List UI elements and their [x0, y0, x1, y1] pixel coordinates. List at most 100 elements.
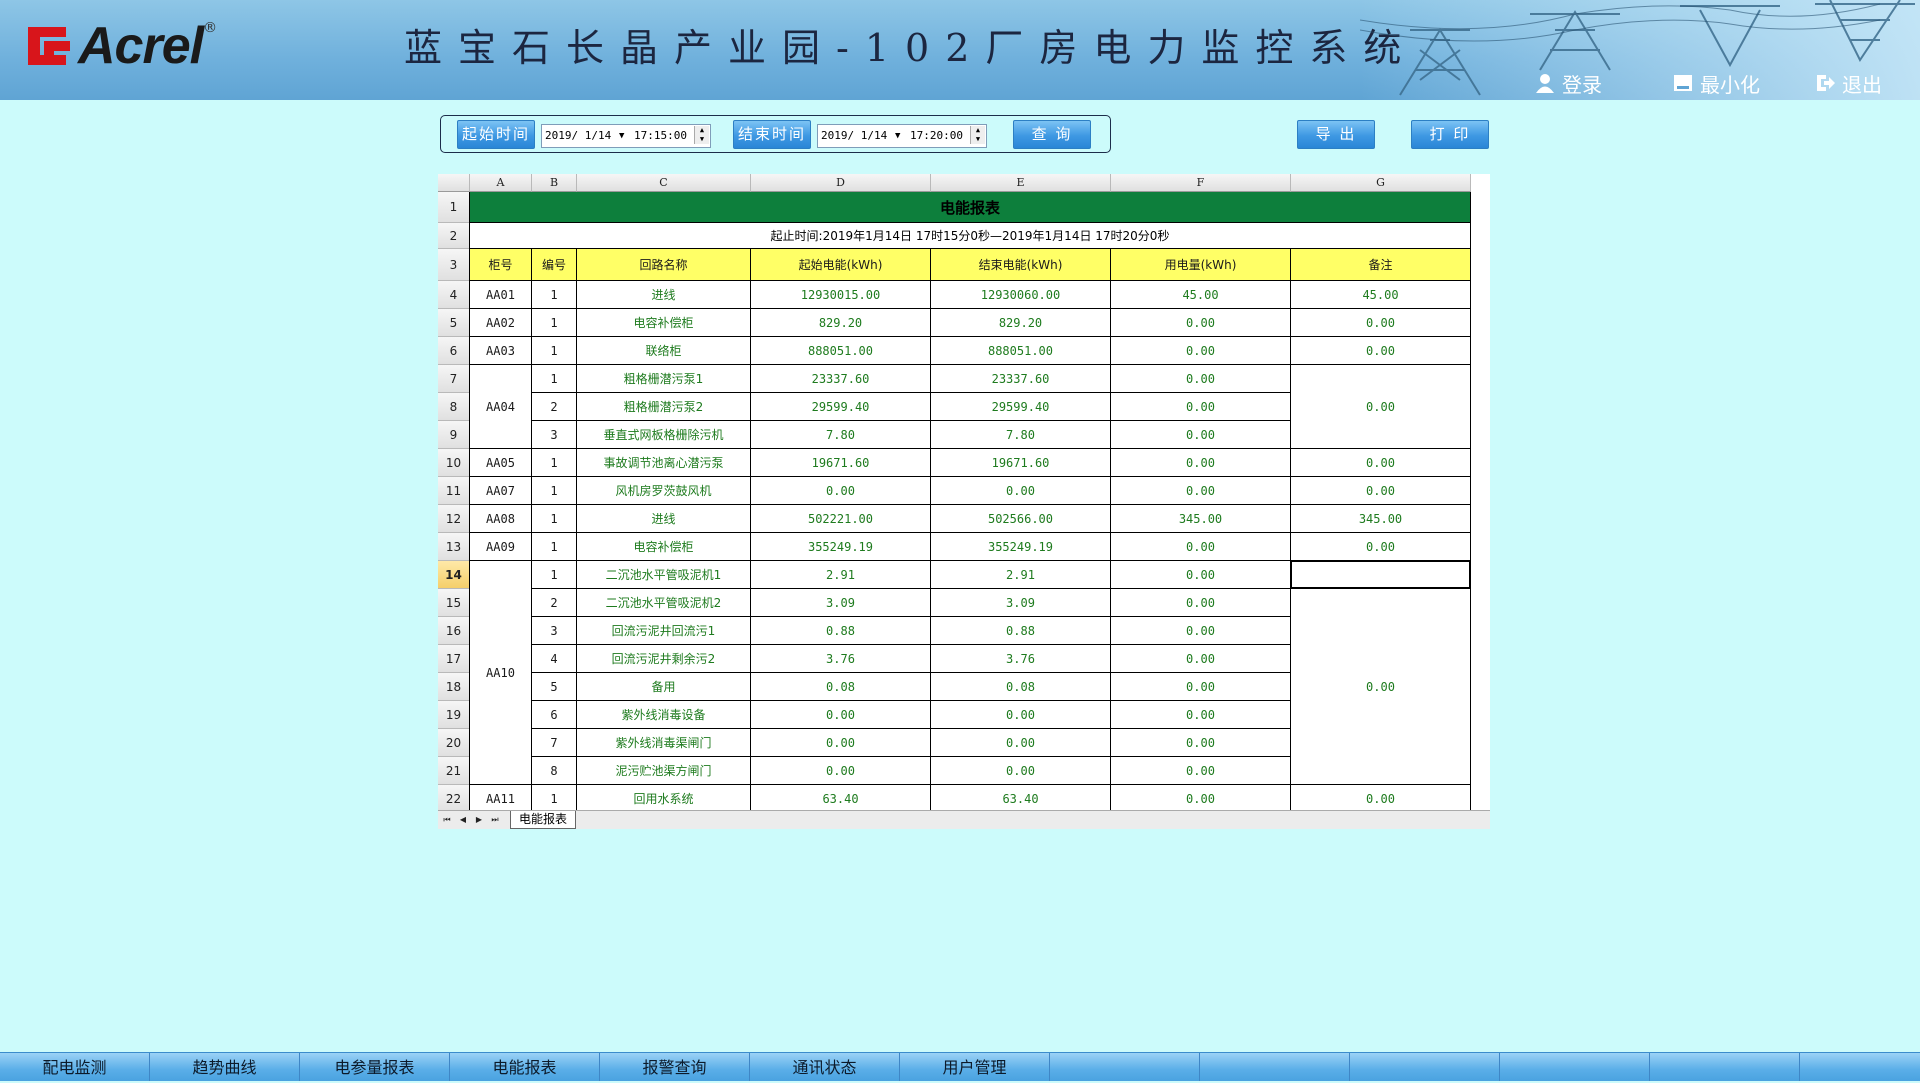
start-energy-cell[interactable]: 63.40 [751, 785, 931, 813]
cabinet-cell[interactable]: AA10 [470, 561, 532, 785]
circuit-name-cell[interactable]: 进线 [577, 281, 751, 309]
cabinet-cell[interactable]: AA02 [470, 309, 532, 337]
nav-item-3[interactable]: 电参量报表 [300, 1053, 450, 1081]
cabinet-cell[interactable]: AA03 [470, 337, 532, 365]
circuit-name-cell[interactable]: 粗格栅潜污泵1 [577, 365, 751, 393]
row-header-6[interactable]: 6 [438, 337, 470, 365]
circuit-name-cell[interactable]: 电容补偿柜 [577, 309, 751, 337]
circuit-name-cell[interactable]: 垂直式网板格栅除污机 [577, 421, 751, 449]
nav-item-1[interactable]: 配电监测 [0, 1053, 150, 1081]
usage-cell[interactable]: 0.00 [1111, 701, 1291, 729]
remark-cell[interactable]: 0.00 [1291, 785, 1471, 813]
end-energy-cell[interactable]: 0.00 [931, 757, 1111, 785]
nav-item-5[interactable]: 报警查询 [600, 1053, 750, 1081]
end-energy-cell[interactable]: 12930060.00 [931, 281, 1111, 309]
row-header-11[interactable]: 11 [438, 477, 470, 505]
print-button[interactable]: 打 印 [1411, 120, 1489, 149]
remark-cell[interactable]: 0.00 [1291, 309, 1471, 337]
usage-cell[interactable]: 0.00 [1111, 337, 1291, 365]
circuit-name-cell[interactable]: 回用水系统 [577, 785, 751, 813]
end-energy-cell[interactable]: 2.91 [931, 561, 1111, 589]
usage-cell[interactable]: 0.00 [1111, 477, 1291, 505]
end-energy-cell[interactable]: 888051.00 [931, 337, 1111, 365]
usage-cell[interactable]: 0.00 [1111, 785, 1291, 813]
end-energy-cell[interactable]: 0.00 [931, 701, 1111, 729]
start-energy-cell[interactable]: 12930015.00 [751, 281, 931, 309]
circuit-name-cell[interactable]: 联络柜 [577, 337, 751, 365]
remark-cell[interactable]: 0.00 [1291, 449, 1471, 477]
start-energy-cell[interactable]: 3.76 [751, 645, 931, 673]
row-header-10[interactable]: 10 [438, 449, 470, 477]
column-header-D[interactable]: D [751, 174, 931, 192]
start-time-value[interactable]: 17:15:00 [634, 125, 687, 147]
start-energy-cell[interactable]: 888051.00 [751, 337, 931, 365]
circuit-name-cell[interactable]: 电容补偿柜 [577, 533, 751, 561]
end-energy-cell[interactable]: 3.09 [931, 589, 1111, 617]
column-header-F[interactable]: F [1111, 174, 1291, 192]
circuit-name-cell[interactable]: 粗格栅潜污泵2 [577, 393, 751, 421]
number-cell[interactable]: 1 [532, 365, 577, 393]
nav-item-6[interactable]: 通讯状态 [750, 1053, 900, 1081]
cabinet-cell[interactable]: AA04 [470, 365, 532, 449]
column-header-G[interactable]: G [1291, 174, 1471, 192]
row-header-22[interactable]: 22 [438, 785, 470, 813]
circuit-name-cell[interactable]: 进线 [577, 505, 751, 533]
number-cell[interactable]: 8 [532, 757, 577, 785]
start-energy-cell[interactable]: 502221.00 [751, 505, 931, 533]
nav-item-7[interactable]: 用户管理 [900, 1053, 1050, 1081]
number-cell[interactable]: 1 [532, 477, 577, 505]
nav-item-2[interactable]: 趋势曲线 [150, 1053, 300, 1081]
next-sheet-icon[interactable]: ▶ [472, 812, 486, 827]
start-energy-cell[interactable]: 23337.60 [751, 365, 931, 393]
number-cell[interactable]: 2 [532, 589, 577, 617]
row-header-2[interactable]: 2 [438, 223, 470, 249]
row-header-21[interactable]: 21 [438, 757, 470, 785]
number-cell[interactable]: 2 [532, 393, 577, 421]
end-energy-cell[interactable]: 0.00 [931, 477, 1111, 505]
row-header-13[interactable]: 13 [438, 533, 470, 561]
end-energy-cell[interactable]: 355249.19 [931, 533, 1111, 561]
end-energy-cell[interactable]: 23337.60 [931, 365, 1111, 393]
number-cell[interactable]: 7 [532, 729, 577, 757]
cabinet-cell[interactable]: AA07 [470, 477, 532, 505]
circuit-name-cell[interactable]: 紫外线消毒设备 [577, 701, 751, 729]
remark-cell[interactable]: 0.00 [1291, 533, 1471, 561]
end-energy-cell[interactable]: 29599.40 [931, 393, 1111, 421]
circuit-name-cell[interactable]: 风机房罗茨鼓风机 [577, 477, 751, 505]
start-date-dropdown-icon[interactable]: ▼ [619, 125, 624, 147]
usage-cell[interactable]: 0.00 [1111, 645, 1291, 673]
row-header-18[interactable]: 18 [438, 673, 470, 701]
start-energy-cell[interactable]: 829.20 [751, 309, 931, 337]
usage-cell[interactable]: 0.00 [1111, 309, 1291, 337]
number-cell[interactable]: 1 [532, 505, 577, 533]
remark-cell[interactable]: 0.00 [1291, 365, 1471, 449]
end-energy-cell[interactable]: 0.08 [931, 673, 1111, 701]
usage-cell[interactable]: 0.00 [1111, 533, 1291, 561]
start-energy-cell[interactable]: 19671.60 [751, 449, 931, 477]
sheet-tab-energy-report[interactable]: 电能报表 [510, 811, 577, 829]
start-energy-cell[interactable]: 2.91 [751, 561, 931, 589]
remark-cell[interactable]: 0.00 [1291, 477, 1471, 505]
number-cell[interactable]: 1 [532, 281, 577, 309]
start-energy-cell[interactable]: 7.80 [751, 421, 931, 449]
start-energy-cell[interactable]: 0.00 [751, 477, 931, 505]
end-energy-cell[interactable]: 63.40 [931, 785, 1111, 813]
minimize-button[interactable]: 最小化 [1672, 70, 1760, 97]
cabinet-cell[interactable]: AA05 [470, 449, 532, 477]
usage-cell[interactable]: 345.00 [1111, 505, 1291, 533]
query-button[interactable]: 查 询 [1013, 120, 1091, 149]
row-header-4[interactable]: 4 [438, 281, 470, 309]
column-header-B[interactable]: B [532, 174, 577, 192]
number-cell[interactable]: 3 [532, 421, 577, 449]
column-header-C[interactable]: C [577, 174, 751, 192]
number-cell[interactable]: 6 [532, 701, 577, 729]
column-header-A[interactable]: A [470, 174, 532, 192]
first-sheet-icon[interactable]: ⏮ [440, 812, 454, 827]
cabinet-cell[interactable]: AA01 [470, 281, 532, 309]
usage-cell[interactable]: 0.00 [1111, 449, 1291, 477]
number-cell[interactable]: 1 [532, 561, 577, 589]
usage-cell[interactable]: 0.00 [1111, 561, 1291, 589]
row-header-7[interactable]: 7 [438, 365, 470, 393]
start-energy-cell[interactable]: 355249.19 [751, 533, 931, 561]
end-time-value[interactable]: 17:20:00 [910, 125, 963, 147]
